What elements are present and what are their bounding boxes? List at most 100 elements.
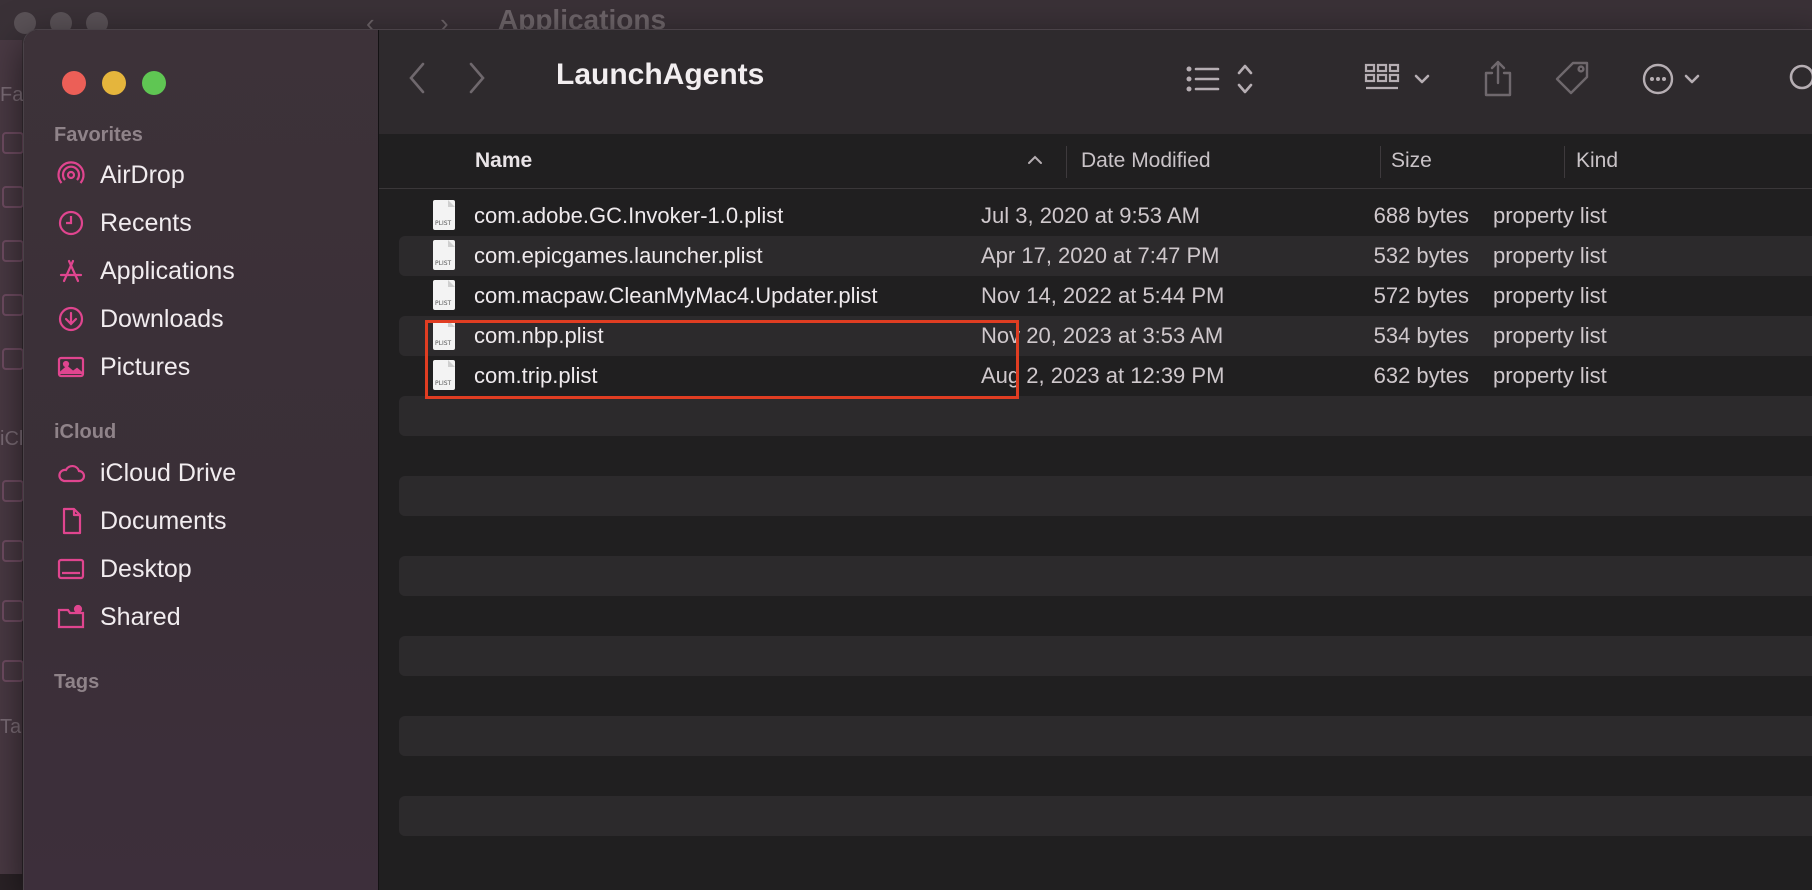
background-airdrop-icon <box>2 132 24 154</box>
file-date: Nov 14, 2022 at 5:44 PM <box>981 283 1225 308</box>
file-size: 572 bytes <box>1373 283 1469 308</box>
share-icon <box>1484 60 1512 97</box>
photo-icon <box>54 350 88 384</box>
file-date: Apr 17, 2020 at 7:47 PM <box>981 243 1220 268</box>
file-kind: property list <box>1493 203 1607 228</box>
plist-file-icon: PLIST <box>433 280 455 310</box>
ellipsis-circle-icon <box>1642 63 1700 95</box>
sidebar-item-icloud-drive[interactable]: iCloud Drive <box>54 450 364 496</box>
background-desktop-icon <box>2 600 24 622</box>
background-sidebar-tags-fragment: Ta <box>0 716 22 738</box>
sidebar-item-applications[interactable]: Applications <box>54 248 364 294</box>
background-downloads-icon <box>2 294 24 316</box>
file-size: 632 bytes <box>1373 363 1469 388</box>
finder-window: Favorites AirDrop Recents Applications D… <box>24 30 1812 890</box>
file-name: com.adobe.GC.Invoker-1.0.plist <box>474 203 784 228</box>
background-sidebar-icloud-fragment: iCl <box>0 428 24 450</box>
background-documents-icon <box>2 540 24 562</box>
sidebar-item-pictures[interactable]: Pictures <box>54 344 364 390</box>
toolbar: LaunchAgents <box>379 30 1812 135</box>
sidebar-item-downloads[interactable]: Downloads <box>54 296 364 342</box>
desktop-icon <box>54 552 88 586</box>
grid-icon <box>1364 63 1430 90</box>
list-view-icon <box>1186 64 1253 94</box>
shared-folder-icon <box>54 600 88 634</box>
empty-row <box>399 556 1812 596</box>
background-applications-icon <box>2 240 24 262</box>
sidebar-item-desktop[interactable]: Desktop <box>54 546 364 592</box>
column-divider[interactable] <box>1564 146 1565 178</box>
file-kind: property list <box>1493 323 1607 348</box>
sidebar-item-label: Desktop <box>100 554 192 583</box>
file-row[interactable]: PLIST com.adobe.GC.Invoker-1.0.plist Jul… <box>399 196 1812 236</box>
empty-row <box>399 796 1812 836</box>
file-kind: property list <box>1493 283 1607 308</box>
window-title: LaunchAgents <box>556 58 765 91</box>
sort-ascending-icon <box>1027 150 1043 175</box>
close-button[interactable] <box>62 71 86 95</box>
column-header: Name Date Modified Size Kind <box>379 134 1812 189</box>
applications-icon <box>54 254 88 288</box>
column-size-header[interactable]: Size <box>1391 134 1432 188</box>
share-button[interactable] <box>1481 56 1515 102</box>
sidebar-item-label: AirDrop <box>100 160 185 189</box>
column-name-header[interactable]: Name <box>475 134 532 188</box>
minimize-button[interactable] <box>102 71 126 95</box>
column-kind-header[interactable]: Kind <box>1576 134 1618 188</box>
sidebar-item-documents[interactable]: Documents <box>54 498 364 544</box>
file-name: com.epicgames.launcher.plist <box>474 243 763 268</box>
empty-row <box>399 716 1812 756</box>
document-icon <box>54 504 88 538</box>
clock-icon <box>54 206 88 240</box>
file-row[interactable]: PLIST com.macpaw.CleanMyMac4.Updater.pli… <box>399 276 1812 316</box>
sidebar-section-favorites: Favorites <box>54 124 143 146</box>
plist-file-icon: PLIST <box>433 200 455 230</box>
forward-button[interactable] <box>459 58 495 98</box>
column-divider[interactable] <box>1380 146 1381 178</box>
zoom-button[interactable] <box>142 71 166 95</box>
background-icloud-icon <box>2 480 24 502</box>
background-sidebar <box>0 40 24 874</box>
background-pictures-icon <box>2 348 24 370</box>
tag-icon <box>1555 61 1589 95</box>
column-divider[interactable] <box>1066 146 1067 178</box>
background-sidebar-favorites-fragment: Fa <box>0 84 24 106</box>
file-kind: property list <box>1493 243 1607 268</box>
back-button[interactable] <box>399 58 435 98</box>
group-by-button[interactable] <box>1364 56 1436 102</box>
file-size: 534 bytes <box>1373 323 1469 348</box>
sidebar-item-label: Documents <box>100 506 227 535</box>
view-options-button[interactable] <box>1185 56 1265 102</box>
file-size: 688 bytes <box>1373 203 1469 228</box>
tags-button[interactable] <box>1553 56 1593 102</box>
cloud-icon <box>54 456 88 490</box>
empty-row <box>399 396 1812 436</box>
background-recents-icon <box>2 186 24 208</box>
sidebar-item-recents[interactable]: Recents <box>54 200 364 246</box>
search-button[interactable] <box>1784 56 1812 102</box>
file-size: 532 bytes <box>1373 243 1469 268</box>
file-kind: property list <box>1493 363 1607 388</box>
chevron-right-icon <box>469 62 485 94</box>
empty-row <box>399 636 1812 676</box>
sidebar-item-label: Shared <box>100 602 181 631</box>
sidebar-item-airdrop[interactable]: AirDrop <box>54 152 364 198</box>
sidebar-item-label: Downloads <box>100 304 224 333</box>
main-pane: LaunchAgents Name Date Modified Size Kin… <box>379 30 1812 890</box>
file-row[interactable]: PLIST com.epicgames.launcher.plist Apr 1… <box>399 236 1812 276</box>
column-date-header[interactable]: Date Modified <box>1081 134 1211 188</box>
sidebar-item-label: Recents <box>100 208 192 237</box>
file-date: Jul 3, 2020 at 9:53 AM <box>981 203 1200 228</box>
search-icon <box>1789 64 1812 90</box>
sidebar-section-tags: Tags <box>54 671 100 693</box>
airdrop-icon <box>54 158 88 192</box>
empty-row <box>399 476 1812 516</box>
background-shared-icon <box>2 660 24 682</box>
sidebar-item-label: iCloud Drive <box>100 458 237 487</box>
sidebar: Favorites AirDrop Recents Applications D… <box>24 30 379 890</box>
more-actions-button[interactable] <box>1641 56 1707 102</box>
plist-file-icon: PLIST <box>433 240 455 270</box>
sidebar-item-shared[interactable]: Shared <box>54 594 364 640</box>
file-name: com.macpaw.CleanMyMac4.Updater.plist <box>474 283 878 308</box>
chevron-left-icon <box>409 62 425 94</box>
